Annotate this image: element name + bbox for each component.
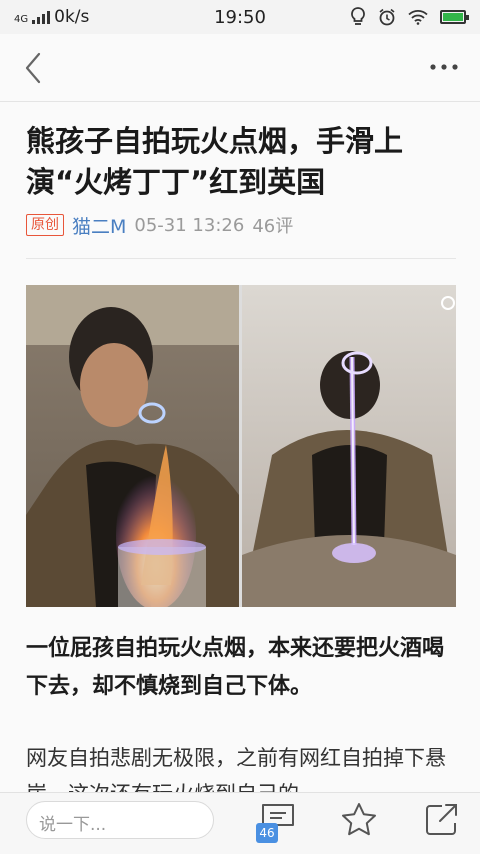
wifi-icon	[408, 10, 428, 25]
divider	[26, 258, 456, 259]
share-button[interactable]	[422, 801, 460, 839]
original-tag: 原创	[26, 214, 64, 236]
article-paragraph-2: 网友自拍悲剧无极限，之前有网红自拍掉下悬崖，这次还有玩火烧到自己的……	[26, 746, 446, 794]
bottom-bar: 说一下... 46	[0, 792, 480, 854]
battery-icon	[440, 10, 469, 24]
comment-count-badge: 46	[256, 823, 278, 843]
publish-date: 05-31 13:26	[134, 214, 245, 236]
comment-input[interactable]: 说一下...	[26, 801, 214, 839]
author-link[interactable]: 猫二M	[72, 212, 126, 239]
bulb-icon	[351, 7, 365, 25]
article-photo[interactable]	[26, 285, 456, 607]
article-title: 熊孩子自拍玩火点烟，手滑上演“火烤丁丁”红到英国	[26, 124, 404, 199]
article-meta: 原创 猫二M 05-31 13:26 46评	[26, 211, 293, 239]
article-paragraph-1: 一位屁孩自拍玩火点烟，本来还要把火酒喝下去，却不慎烧到自己下体。	[26, 636, 445, 699]
more-button[interactable]	[428, 56, 460, 78]
status-right	[350, 7, 469, 27]
photo-left-frame	[26, 285, 239, 607]
battery-level	[443, 13, 463, 21]
star-icon	[342, 803, 376, 836]
network-type: 4G	[14, 13, 29, 25]
alarm-icon	[379, 8, 395, 26]
favorite-button[interactable]	[340, 801, 378, 839]
status-left: 4G 0k/s	[14, 7, 89, 27]
signal-icon	[32, 10, 51, 24]
status-bar: 4G 0k/s 19:50	[0, 0, 480, 34]
nav-bar	[0, 34, 480, 102]
more-dots-icon	[430, 64, 458, 70]
share-icon	[426, 804, 457, 835]
photo-right-frame	[242, 285, 456, 607]
back-button[interactable]	[18, 50, 48, 86]
chevron-left-icon	[25, 52, 41, 84]
network-speed: 0k/s	[54, 7, 90, 27]
comment-count-text[interactable]: 46评	[252, 212, 293, 238]
